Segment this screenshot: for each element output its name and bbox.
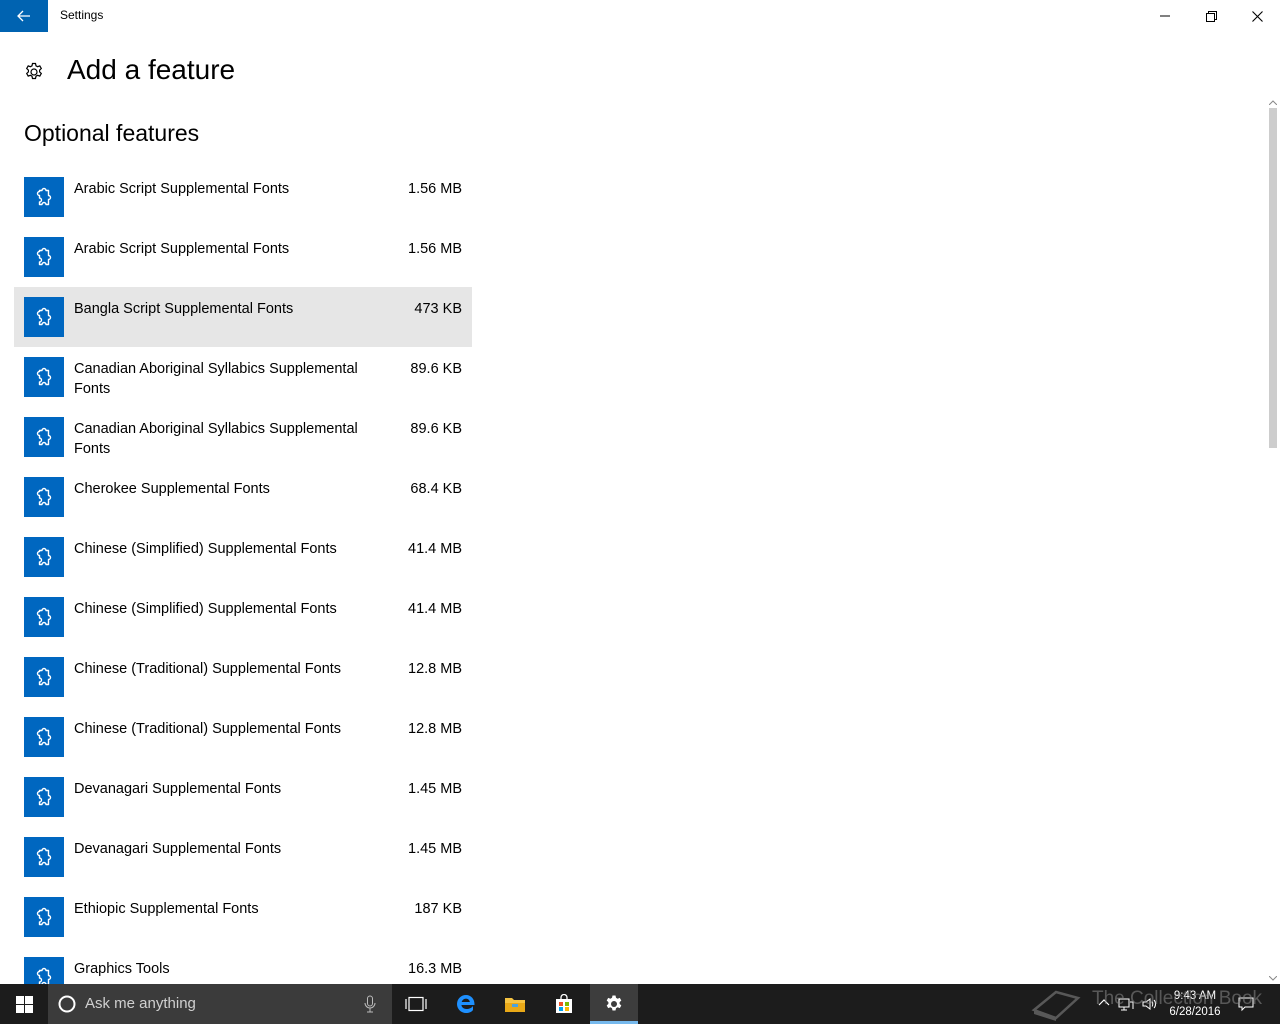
feature-row[interactable]: Chinese (Traditional) Supplemental Fonts… [14,647,472,707]
feature-size: 89.6 KB [410,421,462,437]
file-explorer-button[interactable] [491,984,539,1024]
edge-icon [457,995,475,1013]
feature-row[interactable]: Bangla Script Supplemental Fonts 473 KB [14,287,472,347]
title-bar: Settings [0,0,1280,32]
feature-size: 1.56 MB [408,181,462,197]
minimize-button[interactable] [1142,0,1188,32]
edge-button[interactable] [442,984,490,1024]
back-button[interactable] [0,0,48,32]
page-title: Add a feature [67,54,236,85]
close-button[interactable] [1234,0,1280,32]
puzzle-piece-icon [24,177,64,217]
feature-name: Bangla Script Supplemental Fonts [74,301,294,317]
puzzle-piece-icon [24,477,64,517]
feature-row[interactable]: Chinese (Simplified) Supplemental Fonts … [14,587,472,647]
feature-size: 1.45 MB [408,781,462,797]
puzzle-piece-icon [24,657,64,697]
minimize-icon [1160,15,1170,17]
scroll-up-arrow-icon[interactable] [1266,96,1280,108]
microphone-icon[interactable] [364,995,376,1013]
gear-icon [606,995,622,1011]
puzzle-piece-icon [24,357,64,397]
watermark: The Collection Book [1030,986,1280,1022]
search-placeholder: Ask me anything [85,995,196,1012]
vertical-scrollbar[interactable] [1266,96,1280,984]
feature-name: Graphics Tools [74,961,170,977]
task-view-icon [405,996,427,1012]
gear-icon [24,62,44,87]
feature-name: Arabic Script Supplemental Fonts [74,181,290,197]
feature-name: Devanagari Supplemental Fonts [74,841,282,857]
feature-size: 41.4 MB [408,601,462,617]
feature-name: Canadian Aboriginal Syllabics Supplement… [74,361,358,397]
feature-list: Arabic Script Supplemental Fonts 1.56 MB… [14,167,472,1007]
feature-name: Chinese (Traditional) Supplemental Fonts [74,721,342,737]
feature-name: Canadian Aboriginal Syllabics Supplement… [74,421,358,457]
task-view-button[interactable] [392,984,440,1024]
feature-size: 1.45 MB [408,841,462,857]
puzzle-piece-icon [24,297,64,337]
feature-row[interactable]: Chinese (Simplified) Supplemental Fonts … [14,527,472,587]
feature-name: Chinese (Traditional) Supplemental Fonts [74,661,342,677]
puzzle-piece-icon [24,597,64,637]
feature-name: Chinese (Simplified) Supplemental Fonts [74,541,337,557]
puzzle-piece-icon [24,717,64,757]
window-title: Settings [60,8,104,22]
puzzle-piece-icon [24,837,64,877]
feature-size: 16.3 MB [408,961,462,977]
store-bag-icon [556,994,572,1013]
feature-row[interactable]: Devanagari Supplemental Fonts 1.45 MB [14,827,472,887]
watermark-text: The Collection Book [1092,988,1263,1009]
feature-size: 41.4 MB [408,541,462,557]
feature-name: Chinese (Simplified) Supplemental Fonts [74,601,337,617]
cortana-icon [58,995,76,1013]
scrollbar-thumb[interactable] [1269,108,1277,448]
section-title: Optional features [24,120,200,146]
restore-icon [1205,10,1217,22]
feature-name: Devanagari Supplemental Fonts [74,781,282,797]
feature-name: Ethiopic Supplemental Fonts [74,901,259,917]
feature-size: 12.8 MB [408,661,462,677]
feature-row[interactable]: Cherokee Supplemental Fonts 68.4 KB [14,467,472,527]
back-arrow-icon [17,10,30,22]
scroll-down-arrow-icon[interactable] [1266,972,1280,984]
feature-size: 473 KB [414,301,462,317]
feature-row[interactable]: Arabic Script Supplemental Fonts 1.56 MB [14,227,472,287]
feature-row[interactable]: Ethiopic Supplemental Fonts 187 KB [14,887,472,947]
restore-button[interactable] [1188,0,1234,32]
feature-size: 68.4 KB [410,481,462,497]
feature-size: 89.6 KB [410,361,462,377]
feature-row[interactable]: Devanagari Supplemental Fonts 1.45 MB [14,767,472,827]
feature-row[interactable]: Canadian Aboriginal Syllabics Supplement… [14,407,472,467]
close-icon [1251,10,1263,22]
search-box[interactable]: Ask me anything [48,984,392,1024]
feature-row[interactable]: Canadian Aboriginal Syllabics Supplement… [14,347,472,407]
start-button[interactable] [0,984,48,1024]
feature-name: Arabic Script Supplemental Fonts [74,241,290,257]
store-button[interactable] [540,984,588,1024]
feature-size: 12.8 MB [408,721,462,737]
book-logo-icon [1031,990,1081,1021]
feature-size: 1.56 MB [408,241,462,257]
feature-row[interactable]: Arabic Script Supplemental Fonts 1.56 MB [14,167,472,227]
puzzle-piece-icon [24,897,64,937]
settings-taskbar-button[interactable] [590,984,638,1024]
folder-icon [505,998,525,1012]
puzzle-piece-icon [24,537,64,577]
puzzle-piece-icon [24,237,64,277]
windows-logo-icon [15,995,33,1013]
feature-name: Cherokee Supplemental Fonts [74,481,270,497]
feature-row[interactable]: Chinese (Traditional) Supplemental Fonts… [14,707,472,767]
puzzle-piece-icon [24,777,64,817]
puzzle-piece-icon [24,417,64,457]
feature-size: 187 KB [414,901,462,917]
